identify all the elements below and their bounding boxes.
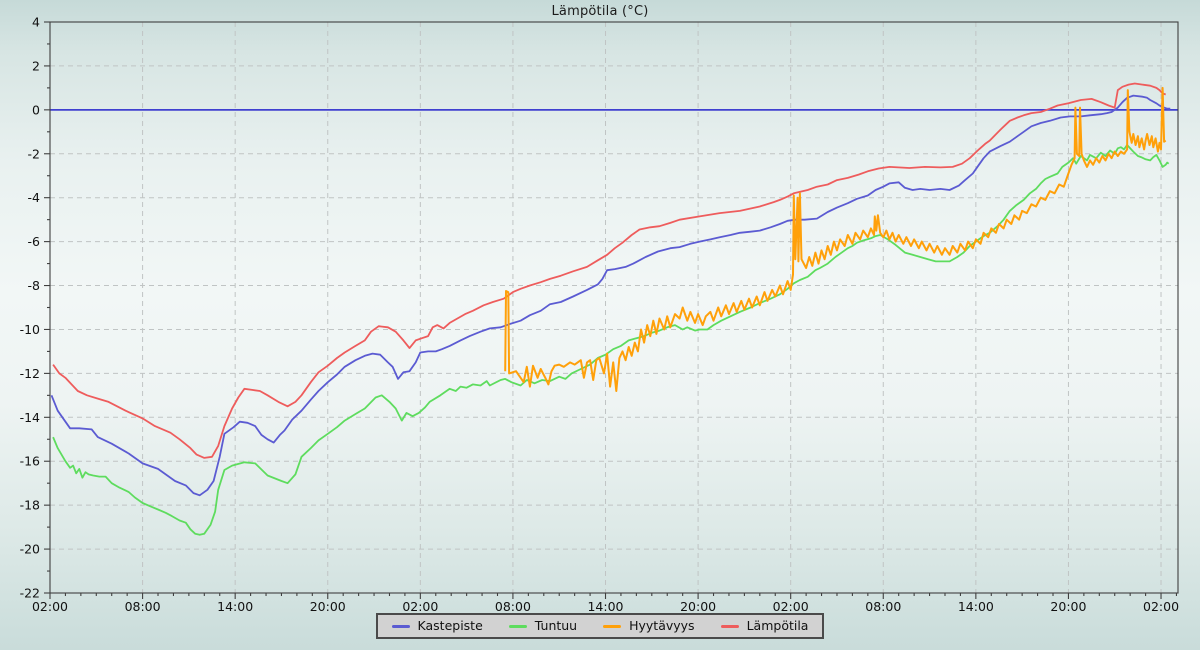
- svg-text:-12: -12: [20, 366, 40, 381]
- svg-text:02:00: 02:00: [1143, 599, 1179, 614]
- legend-label: Kastepiste: [418, 620, 483, 633]
- legend-label: Lämpötila: [747, 620, 809, 633]
- svg-text:14:00: 14:00: [217, 599, 253, 614]
- svg-text:4: 4: [32, 15, 40, 30]
- svg-text:14:00: 14:00: [587, 599, 623, 614]
- svg-text:20:00: 20:00: [1050, 599, 1086, 614]
- legend-swatch: [392, 625, 410, 628]
- svg-text:0: 0: [32, 102, 40, 117]
- series-line-tuntuu: [53, 145, 1169, 535]
- svg-text:02:00: 02:00: [32, 599, 68, 614]
- legend-label: Hyytävyys: [629, 620, 694, 633]
- axis-tick-labels: 02:00 08:00 14:00 20:00 02:00 08:00 14:00 20:00…: [20, 15, 1180, 615]
- svg-text:02:00: 02:00: [402, 599, 438, 614]
- gridlines: [50, 22, 1178, 593]
- chart-canvas: 02:00 08:00 14:00 20:00 02:00 08:00 14:00 20:00…: [0, 0, 1200, 650]
- svg-text:20:00: 20:00: [310, 599, 346, 614]
- svg-text:-4: -4: [28, 190, 41, 205]
- plot-frame: [50, 22, 1178, 593]
- svg-text:08:00: 08:00: [125, 599, 161, 614]
- svg-text:08:00: 08:00: [865, 599, 901, 614]
- svg-text:-2: -2: [28, 146, 40, 161]
- svg-text:-22: -22: [20, 586, 40, 601]
- svg-text:02:00: 02:00: [773, 599, 809, 614]
- legend-swatch: [603, 625, 621, 628]
- legend-swatch: [509, 625, 527, 628]
- svg-text:14:00: 14:00: [958, 599, 994, 614]
- svg-text:-14: -14: [20, 410, 40, 425]
- svg-text:-6: -6: [28, 234, 41, 249]
- legend-item-lampotila: Lämpötila: [721, 620, 809, 633]
- svg-text:-8: -8: [28, 278, 41, 293]
- svg-text:08:00: 08:00: [495, 599, 531, 614]
- svg-text:-18: -18: [20, 498, 40, 513]
- svg-text:2: 2: [32, 58, 40, 73]
- temperature-chart: Lämpötila (°C) 02:0008:0014:0020:0002:00…: [0, 0, 1200, 650]
- svg-text:20:00: 20:00: [680, 599, 716, 614]
- legend-swatch: [721, 625, 739, 628]
- chart-legend: Kastepiste Tuntuu Hyytävyys Lämpötila: [0, 613, 1200, 639]
- legend-item-tuntuu: Tuntuu: [509, 620, 577, 633]
- series-line-hyytävyys: [505, 88, 1165, 391]
- svg-text:-20: -20: [20, 542, 40, 557]
- legend-item-kastepiste: Kastepiste: [392, 620, 483, 633]
- series-lines: [52, 84, 1171, 535]
- legend-item-hyytavyys: Hyytävyys: [603, 620, 694, 633]
- series-line-kastepiste: [52, 96, 1171, 496]
- legend-box: Kastepiste Tuntuu Hyytävyys Lämpötila: [376, 613, 825, 639]
- svg-text:-10: -10: [20, 322, 40, 337]
- legend-label: Tuntuu: [535, 620, 577, 633]
- svg-text:-16: -16: [20, 454, 40, 469]
